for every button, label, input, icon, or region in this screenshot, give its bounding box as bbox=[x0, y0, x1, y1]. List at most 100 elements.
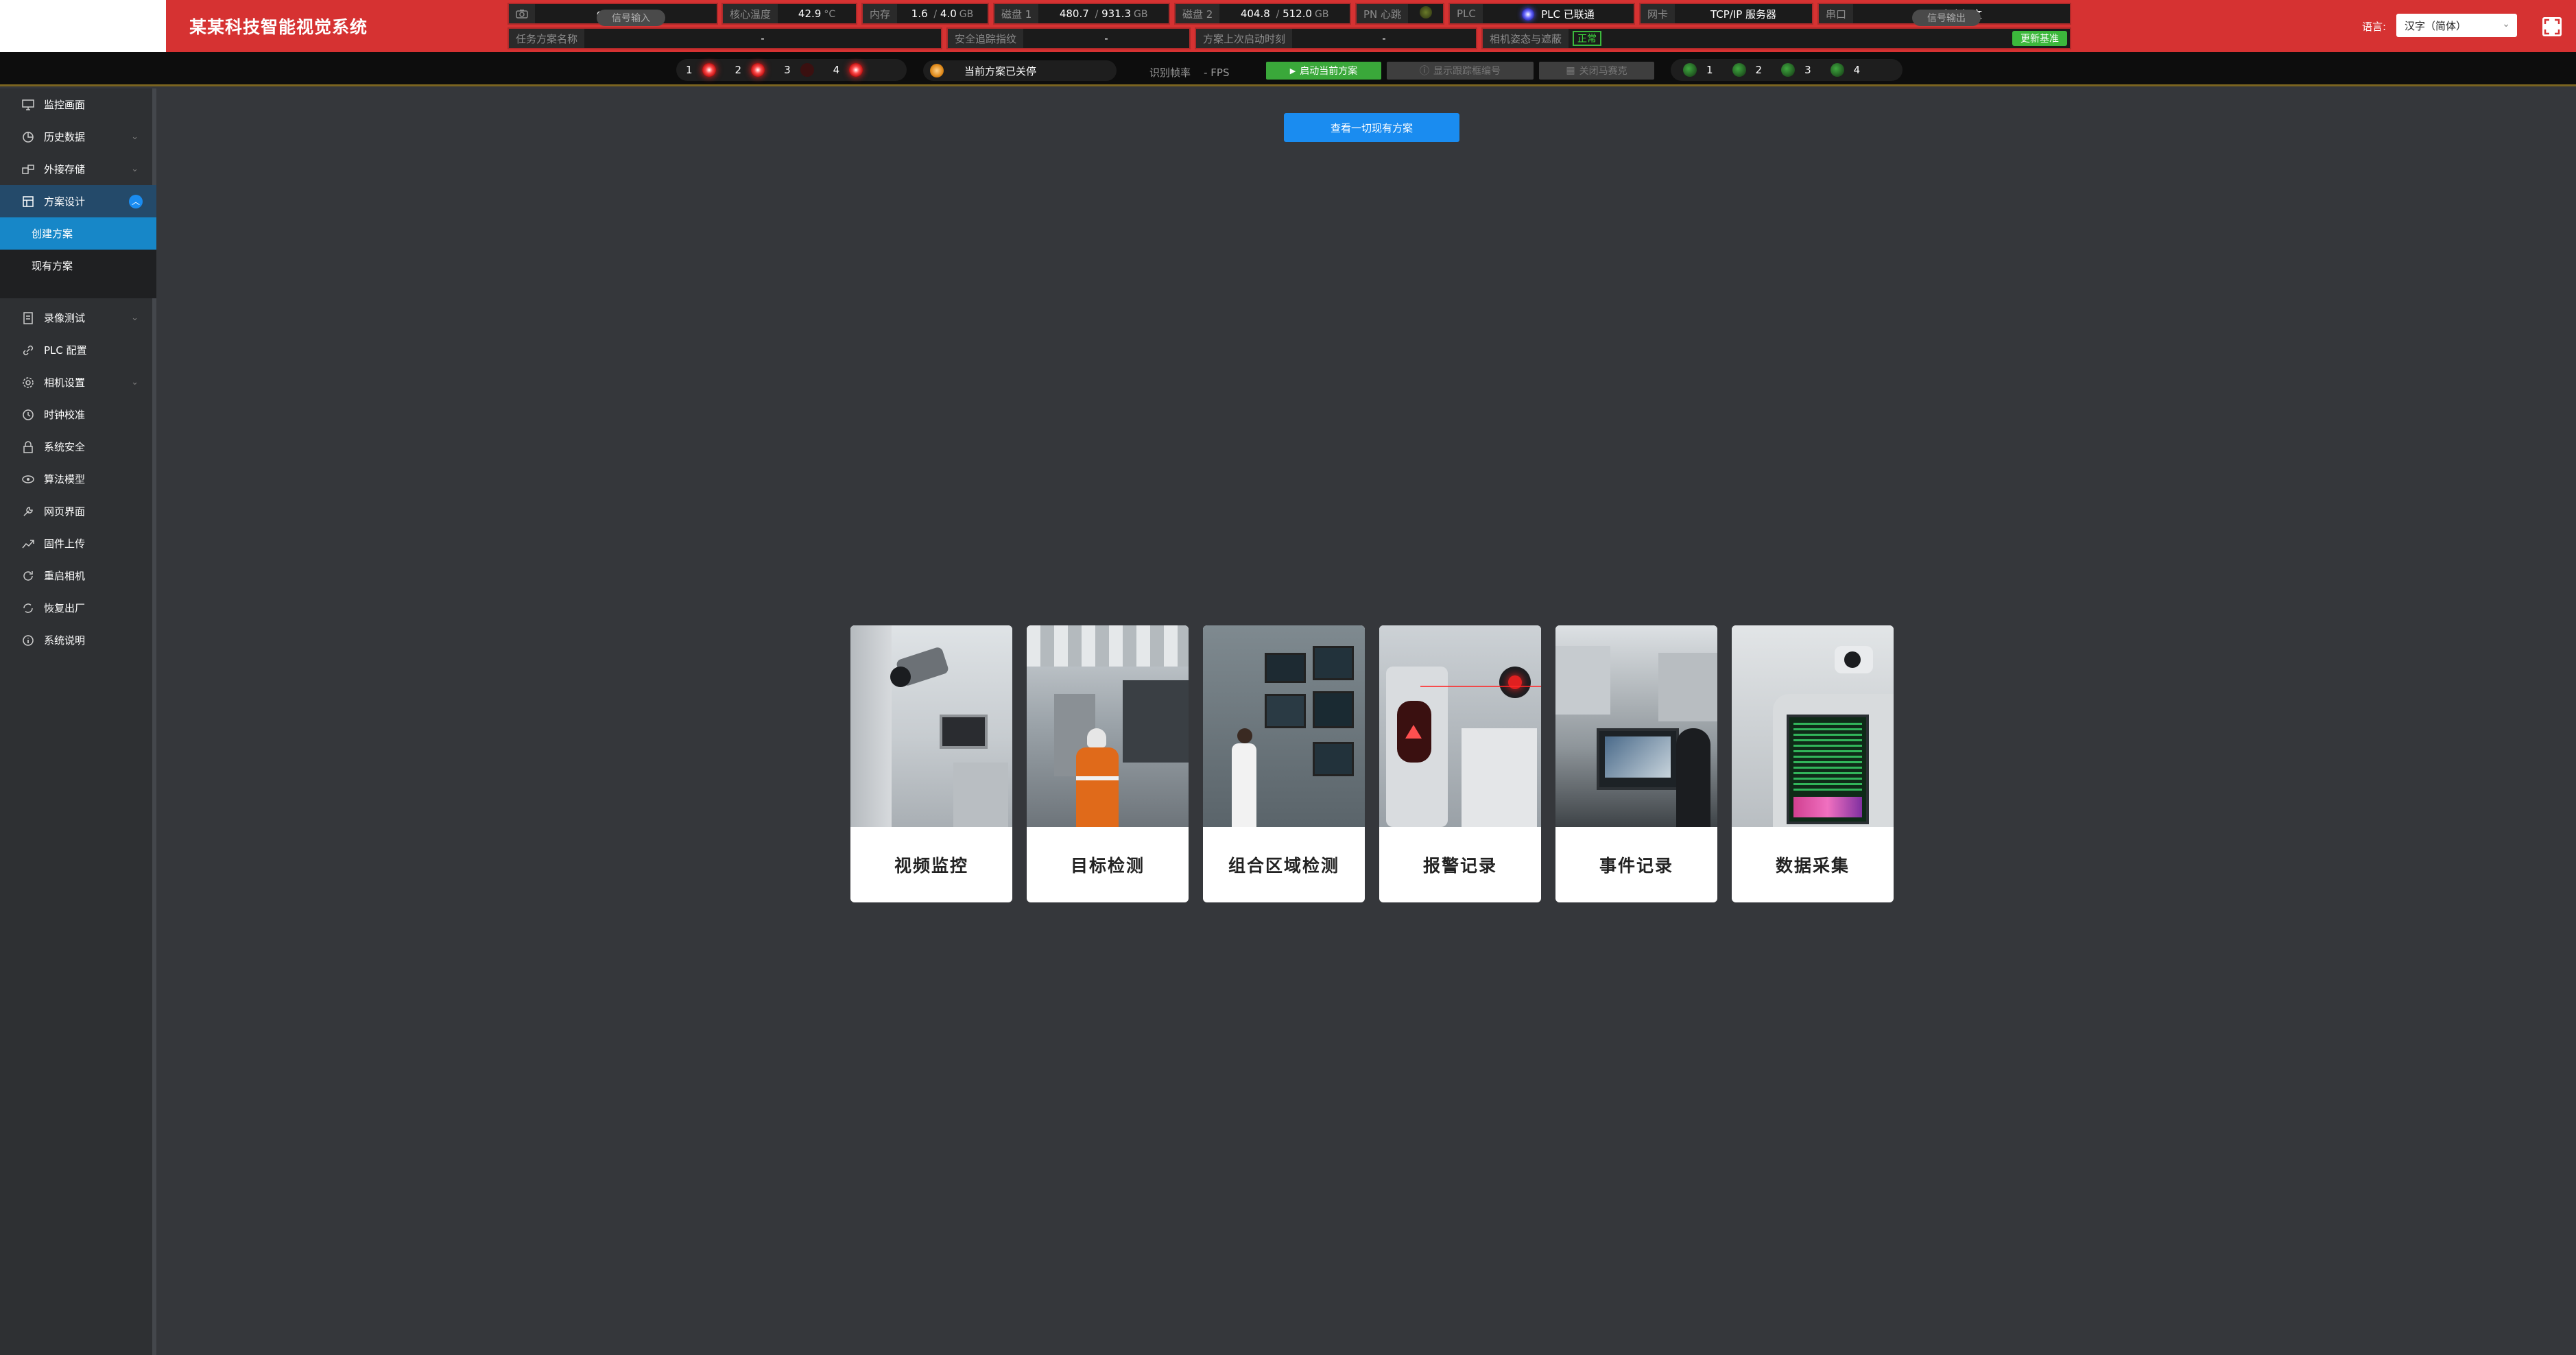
signal-output-button[interactable]: 信号输出 bbox=[1912, 10, 1981, 26]
link-icon bbox=[22, 344, 34, 357]
card-zone-detection[interactable]: 组合区域检测 bbox=[1203, 625, 1365, 902]
serial-label: 串口 bbox=[1819, 4, 1854, 23]
mosaic-icon: ▦ bbox=[1566, 65, 1575, 76]
memory-value: 1.6 / 4.0 GB bbox=[911, 8, 974, 20]
chevron-down-icon: ⌄ bbox=[131, 164, 139, 174]
show-track-id-button[interactable]: ⓘ 显示跟踪框编号 bbox=[1387, 62, 1534, 80]
chevron-up-icon: ︿ bbox=[129, 194, 143, 208]
record-icon bbox=[22, 311, 34, 324]
close-mosaic-button[interactable]: ▦ 关闭马赛克 bbox=[1539, 62, 1654, 80]
input-led-2: 2 bbox=[735, 63, 765, 77]
output-led-2: 2 bbox=[1732, 63, 1762, 77]
sidebar-item-label: 历史数据 bbox=[44, 131, 86, 143]
sidebar: 监控画面 历史数据 ⌄ 外接存储 ⌄ 方案设计 ︿ 创建方案 现有方案 录像测试… bbox=[0, 88, 156, 1355]
sidebar-item-label: 时钟校准 bbox=[44, 409, 86, 421]
info-icon: ⓘ bbox=[1420, 66, 1429, 77]
core-temp-cell: 核心温度 42.9 °C bbox=[721, 3, 857, 25]
last-start-label: 方案上次启动时刻 bbox=[1196, 29, 1293, 48]
card-data-collection[interactable]: 数据采集 bbox=[1732, 625, 1894, 902]
plan-status: 当前方案已关停 bbox=[923, 60, 1117, 81]
sidebar-item-about[interactable]: 系统说明 bbox=[0, 624, 156, 656]
sidebar-item-label: 系统安全 bbox=[44, 441, 86, 453]
language-select[interactable]: 汉字（简体） ⌄ bbox=[2396, 14, 2517, 37]
update-baseline-button[interactable]: 更新基准 bbox=[2012, 31, 2067, 46]
sidebar-item-label: 方案设计 bbox=[44, 195, 86, 208]
plan-status-indicator bbox=[930, 64, 944, 77]
monitor-icon bbox=[22, 99, 34, 111]
camera-pose-label: 相机姿态与遮蔽 bbox=[1483, 29, 1569, 48]
chevron-down-icon: ⌄ bbox=[131, 377, 139, 387]
play-icon: ▶ bbox=[1289, 66, 1296, 75]
sidebar-item-storage[interactable]: 外接存储 ⌄ bbox=[0, 153, 156, 185]
disk1-cell: 磁盘 1 480.7 / 931.3 GB bbox=[993, 3, 1170, 25]
pn-heartbeat-label: PN 心跳 bbox=[1357, 4, 1409, 23]
design-icon bbox=[22, 195, 34, 208]
core-temp-label: 核心温度 bbox=[723, 4, 778, 23]
sidebar-item-record-test[interactable]: 录像测试 ⌄ bbox=[0, 302, 156, 334]
output-leds: 1 2 3 4 bbox=[1671, 59, 1903, 81]
output-led-3: 3 bbox=[1781, 63, 1811, 77]
card-label: 数据采集 bbox=[1775, 856, 1850, 876]
input-led-3: 3 bbox=[784, 63, 814, 77]
card-event-records[interactable]: 事件记录 bbox=[1555, 625, 1717, 902]
restart-icon bbox=[22, 570, 34, 582]
card-image bbox=[1555, 625, 1717, 827]
logo-area bbox=[0, 0, 166, 52]
submenu-item-create-plan[interactable]: 创建方案 bbox=[0, 217, 156, 250]
card-image bbox=[1027, 625, 1189, 827]
safety-value: - bbox=[1104, 32, 1108, 45]
sidebar-item-label: PLC 配置 bbox=[44, 344, 87, 357]
view-all-plans-button[interactable]: 查看一切现有方案 bbox=[1284, 113, 1459, 142]
clock-icon bbox=[22, 409, 34, 421]
show-track-id-label: 显示跟踪框编号 bbox=[1433, 66, 1501, 77]
sidebar-item-algorithm[interactable]: 算法模型 bbox=[0, 463, 156, 495]
submenu: 创建方案 现有方案 bbox=[0, 217, 156, 298]
sidebar-item-label: 系统说明 bbox=[44, 634, 86, 647]
close-mosaic-label: 关闭马赛克 bbox=[1579, 66, 1627, 77]
start-plan-button[interactable]: ▶ 启动当前方案 bbox=[1266, 62, 1381, 80]
card-image bbox=[1379, 625, 1541, 827]
last-start-cell: 方案上次启动时刻 - bbox=[1195, 27, 1477, 49]
history-icon bbox=[22, 131, 34, 143]
fullscreen-icon[interactable] bbox=[2542, 16, 2562, 37]
chevron-down-icon: ⌄ bbox=[131, 313, 139, 323]
card-object-detection[interactable]: 目标检测 bbox=[1027, 625, 1189, 902]
model-icon bbox=[22, 473, 34, 485]
sidebar-item-label: 外接存储 bbox=[44, 163, 86, 176]
card-image bbox=[1732, 625, 1894, 827]
card-label: 组合区域检测 bbox=[1228, 856, 1339, 876]
task-name-label: 任务方案名称 bbox=[509, 29, 585, 48]
netcard-cell: 网卡 TCP/IP 服务器 bbox=[1639, 3, 1813, 25]
card-video-monitor[interactable]: 视频监控 bbox=[850, 625, 1012, 902]
card-image bbox=[1203, 625, 1365, 827]
submenu-item-existing-plans[interactable]: 现有方案 bbox=[0, 250, 156, 282]
sidebar-item-monitor[interactable]: 监控画面 bbox=[0, 88, 156, 121]
sidebar-item-restart[interactable]: 重启相机 bbox=[0, 560, 156, 592]
safety-cell: 安全追踪指纹 - bbox=[946, 27, 1191, 49]
sidebar-item-security[interactable]: 系统安全 bbox=[0, 431, 156, 463]
signal-input-button[interactable]: 信号输入 bbox=[597, 10, 665, 26]
plc-cell: PLC PLC 已联通 bbox=[1448, 3, 1635, 25]
netcard-value: TCP/IP 服务器 bbox=[1710, 8, 1777, 21]
top-header: 某某科技智能视觉系统 camera001 核心温度 42.9°C 内存 1.6 … bbox=[0, 0, 2576, 52]
card-label: 事件记录 bbox=[1599, 856, 1673, 876]
sidebar-item-camera-settings[interactable]: 相机设置 ⌄ bbox=[0, 366, 156, 398]
plan-status-text: 当前方案已关停 bbox=[964, 64, 1037, 77]
sidebar-item-web-ui[interactable]: 网页界面 bbox=[0, 495, 156, 527]
card-label: 报警记录 bbox=[1422, 856, 1497, 876]
sidebar-item-label: 算法模型 bbox=[44, 473, 86, 485]
sidebar-item-firmware[interactable]: 固件上传 bbox=[0, 527, 156, 560]
camera-pose-status: 正常 bbox=[1573, 31, 1602, 46]
sidebar-item-plc[interactable]: PLC 配置 bbox=[0, 334, 156, 366]
sidebar-item-clock[interactable]: 时钟校准 bbox=[0, 398, 156, 431]
start-plan-label: 启动当前方案 bbox=[1300, 66, 1358, 77]
sidebar-item-history[interactable]: 历史数据 ⌄ bbox=[0, 121, 156, 153]
sidebar-item-factory-reset[interactable]: 恢复出厂 bbox=[0, 592, 156, 624]
task-name-value: - bbox=[761, 32, 765, 45]
last-start-value: - bbox=[1382, 32, 1386, 45]
card-alarm-records[interactable]: 报警记录 bbox=[1379, 625, 1541, 902]
safety-label: 安全追踪指纹 bbox=[948, 29, 1024, 48]
lock-icon bbox=[22, 440, 34, 453]
disk1-value: 480.7 / 931.3 GB bbox=[1059, 8, 1148, 20]
sidebar-item-plan-design[interactable]: 方案设计 ︿ bbox=[0, 185, 156, 217]
